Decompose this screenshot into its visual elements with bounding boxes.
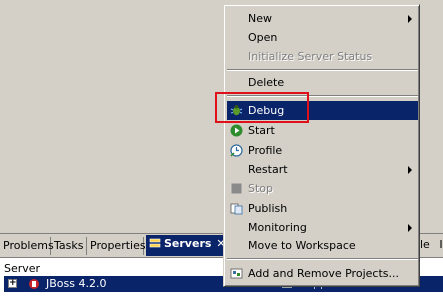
tab-properties[interactable]: Properties <box>87 237 146 255</box>
menu-item-stop[interactable]: Stop <box>227 179 418 198</box>
tab-tasks[interactable]: Tasks <box>51 237 87 255</box>
tab-problems[interactable]: Problems <box>0 237 54 255</box>
menu-item-add-remove-projects[interactable]: Add and Remove Projects... <box>227 264 418 283</box>
tab-properties-label: Properties <box>90 239 146 252</box>
tab-servers[interactable]: Servers ✕ <box>146 235 226 256</box>
tab-servers-label: Servers <box>164 237 212 250</box>
tab-partial[interactable]: le I <box>420 238 443 251</box>
menu-item-monitoring-label: Monitoring <box>248 221 307 234</box>
menu-item-publish[interactable]: Publish <box>227 199 418 218</box>
menu-item-debug[interactable]: Debug <box>227 101 418 120</box>
tab-problems-label: Problems <box>3 239 54 252</box>
menu-item-publish-label: Publish <box>248 202 288 215</box>
jboss-server-icon <box>29 279 39 289</box>
tab-tasks-label: Tasks <box>54 239 84 252</box>
menu-item-initialize-server-status[interactable]: Initialize Server Status <box>227 47 418 66</box>
menu-separator <box>227 69 418 71</box>
menu-item-new[interactable]: New <box>227 9 418 28</box>
menu-item-open[interactable]: Open <box>227 28 418 47</box>
menu-item-profile-label: Profile <box>248 144 283 157</box>
expand-icon[interactable]: + <box>8 279 17 288</box>
menu-item-move-label: Move to Workspace <box>248 239 356 252</box>
menu-item-monitoring[interactable]: Monitoring <box>227 218 418 237</box>
menu-item-restart[interactable]: Restart <box>227 160 418 179</box>
menu-item-start[interactable]: Start <box>227 121 418 140</box>
bug-icon <box>230 105 243 116</box>
servers-icon <box>149 238 161 248</box>
menu-item-open-label: Open <box>248 31 278 44</box>
menu-item-add-remove-label: Add and Remove Projects... <box>248 267 399 280</box>
tab-partial-label: le <box>420 238 430 251</box>
server-name: JBoss 4.2.0 <box>46 277 107 290</box>
menu-item-start-label: Start <box>248 124 275 137</box>
submenu-arrow-icon <box>408 224 412 232</box>
menu-item-move-to-workspace[interactable]: Move to Workspace <box>227 236 418 255</box>
menu-item-stop-label: Stop <box>248 182 274 195</box>
menu-separator <box>227 258 418 260</box>
menu-separator <box>227 95 418 97</box>
menu-item-delete[interactable]: Delete <box>227 73 418 92</box>
column-header-label: Server <box>4 262 41 275</box>
publish-icon <box>230 203 243 215</box>
add-remove-projects-icon <box>230 268 243 279</box>
menu-item-delete-label: Delete <box>248 76 285 89</box>
menu-item-debug-label: Debug <box>248 104 285 117</box>
stop-icon <box>231 183 242 194</box>
context-menu: New Open Initialize Server Status Delete… <box>223 4 420 287</box>
tab-partial-label-2: I <box>439 238 443 251</box>
menu-item-new-label: New <box>248 12 272 25</box>
menu-item-profile[interactable]: Profile <box>227 141 418 160</box>
menu-item-initialize-label: Initialize Server Status <box>248 50 373 63</box>
profile-clock-icon <box>230 144 243 157</box>
menu-item-restart-label: Restart <box>248 163 288 176</box>
submenu-arrow-icon <box>408 15 412 23</box>
submenu-arrow-icon <box>408 166 412 174</box>
run-icon <box>230 124 243 137</box>
